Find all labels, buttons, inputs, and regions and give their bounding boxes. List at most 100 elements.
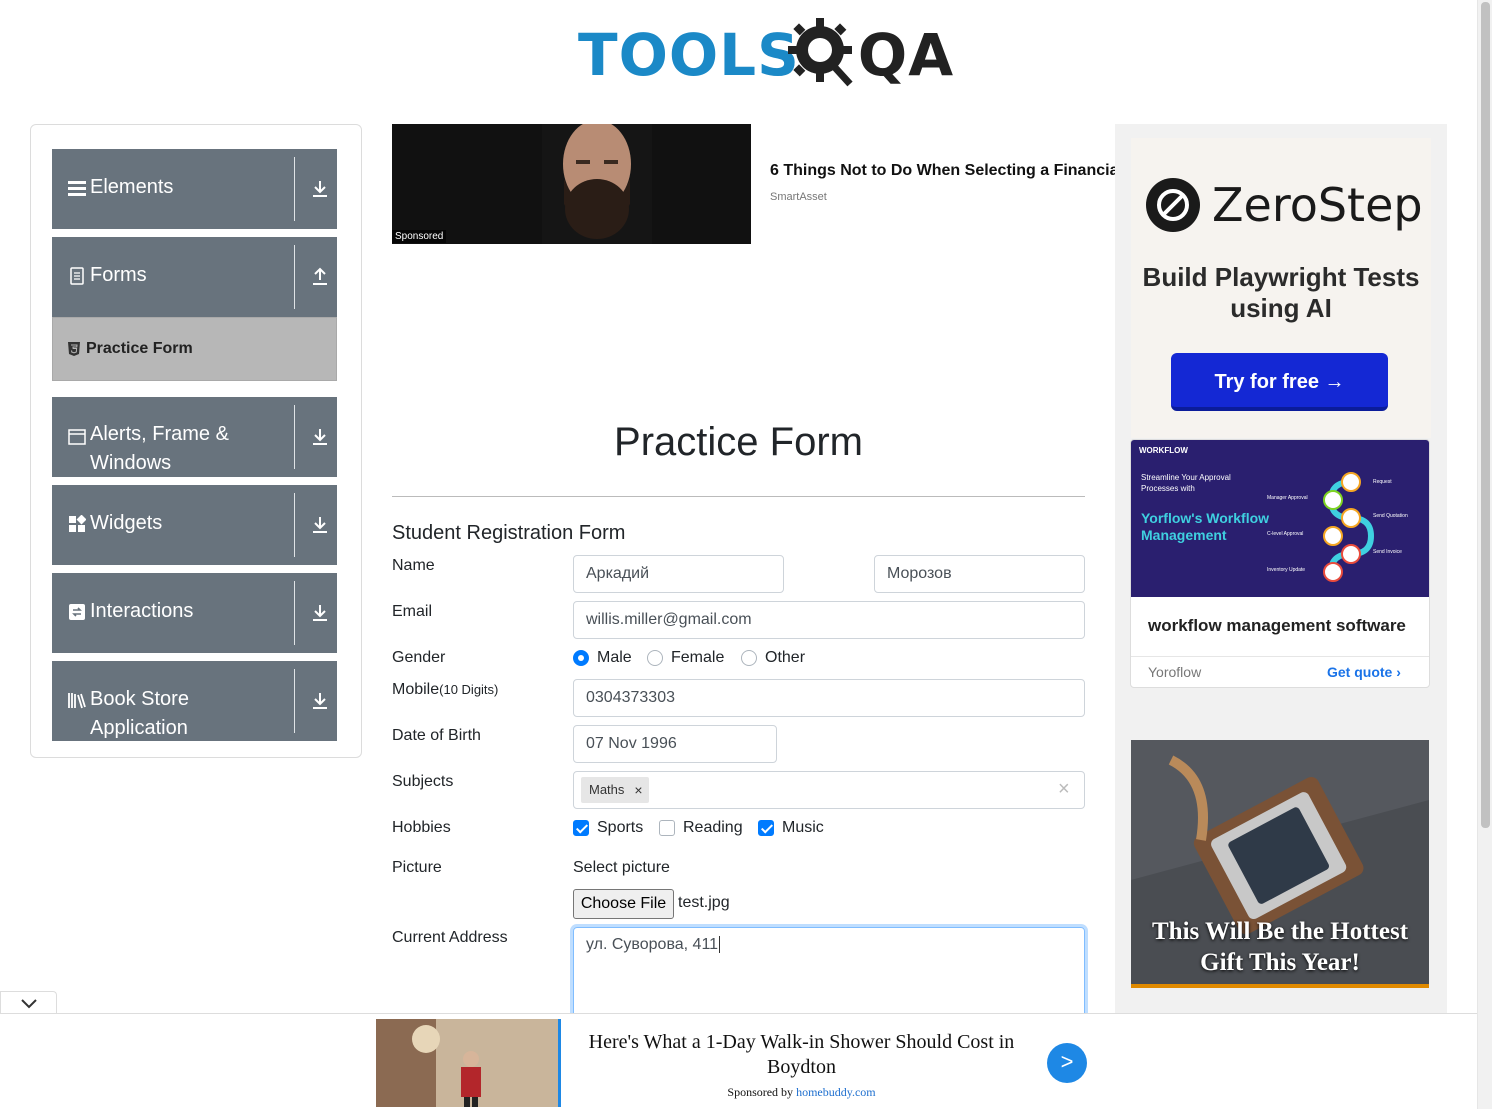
widgets-icon [69, 515, 86, 532]
divider [294, 245, 295, 309]
top-sponsored-ad[interactable]: Sponsored 6 Things Not to Do When Select… [392, 124, 1115, 244]
divider [558, 1019, 561, 1107]
ad-source: SmartAsset [770, 191, 827, 203]
form-title: Student Registration Form [392, 522, 626, 544]
select-picture-label: Select picture [573, 859, 670, 876]
gift-ad[interactable]: This Will Be the Hottest Gift This Year! [1131, 740, 1429, 988]
man-portrait-image [542, 124, 652, 244]
toolsqa-logo[interactable]: TOOLS QA [578, 14, 953, 94]
workflow-ad-image: WORKFLOW Streamline Your Approval Proces… [1131, 440, 1429, 597]
zerostep-tagline: Build Playwright Tests using AI [1142, 262, 1420, 323]
sidebar-group-widgets[interactable]: Widgets [52, 485, 337, 565]
date-of-birth-input[interactable]: 07 Nov 1996 [573, 725, 777, 763]
logo-text: TOOLS QA [578, 21, 955, 89]
text-cursor [719, 936, 721, 953]
address-label: Current Address [392, 929, 508, 946]
subject-chip: Maths × [581, 777, 649, 803]
ad-headline[interactable]: 6 Things Not to Do When Selecting a Fina… [770, 162, 1115, 180]
menu-icon [68, 181, 86, 196]
chip-remove-icon[interactable]: × [624, 777, 648, 803]
sidebar-group-label: Forms [90, 264, 147, 286]
gender-label: Gender [392, 649, 446, 666]
hobbies-label: Hobbies [392, 819, 451, 836]
interactions-icon [69, 604, 85, 620]
gift-ad-text: This Will Be the Hottest Gift This Year! [1151, 918, 1409, 976]
radio-control[interactable] [647, 650, 663, 666]
sidebar-group-label: Widgets [90, 512, 163, 534]
download-icon[interactable] [308, 601, 332, 625]
workflow-ad-title[interactable]: workflow management software [1148, 616, 1406, 636]
workflow-step: Send Quotation [1373, 513, 1408, 519]
checkbox-label: Music [782, 819, 824, 836]
subjects-input[interactable] [573, 771, 1085, 809]
choose-file-button[interactable]: Choose File [573, 889, 674, 919]
window-icon [68, 429, 86, 445]
clear-icon[interactable]: × [1058, 778, 1070, 801]
checkbox-control[interactable] [573, 820, 589, 836]
download-icon[interactable] [308, 513, 332, 537]
hobby-sports-checkbox[interactable]: Sports [573, 819, 643, 837]
sidebar-item-label: Practice Form [86, 340, 193, 357]
gender-female-radio[interactable]: Female [647, 649, 724, 667]
scrollbar-thumb[interactable] [1481, 2, 1490, 828]
step-number: 1 [1346, 476, 1349, 482]
radio-control[interactable] [741, 650, 757, 666]
gender-male-radio[interactable]: Male [573, 649, 632, 667]
download-icon[interactable] [308, 425, 332, 449]
zerostep-brand: ZeroStep [1212, 178, 1423, 232]
workflow-step: Inventory Update [1267, 567, 1306, 573]
first-name-input[interactable]: Аркадий [573, 555, 784, 593]
sponsor-link[interactable]: homebuddy.com [796, 1085, 876, 1099]
ad-image: Sponsored [392, 124, 751, 244]
chevron-right-icon: › [1396, 664, 1401, 680]
bottom-ad-headline[interactable]: Here's What a 1-Day Walk-in Shower Shoul… [580, 1030, 1023, 1080]
sidebar-group-book-store[interactable]: Book Store Application [52, 661, 337, 741]
last-name-input[interactable]: Морозов [874, 555, 1085, 593]
gear-magnifier-icon [788, 18, 853, 87]
download-icon[interactable] [308, 689, 332, 713]
checkbox-control[interactable] [659, 820, 675, 836]
email-label: Email [392, 603, 433, 620]
mobile-field[interactable]: 0304373303 [573, 679, 1085, 717]
divider [294, 157, 295, 221]
file-name: test.jpg [678, 894, 730, 911]
download-icon[interactable] [308, 177, 332, 201]
upload-icon[interactable] [308, 265, 332, 289]
vertical-scrollbar[interactable] [1477, 0, 1492, 1109]
sidebar-group-label: Alerts, Frame & Windows [90, 423, 229, 474]
current-address-textarea[interactable]: ул. Суворова, 411 [573, 927, 1085, 1027]
sidebar-item-practice-form[interactable]: Practice Form [52, 317, 337, 381]
radio-label: Male [597, 649, 632, 666]
email-field[interactable]: willis.miller@gmail.com [573, 601, 1085, 639]
checkbox-control[interactable] [758, 820, 774, 836]
hobby-reading-checkbox[interactable]: Reading [659, 819, 743, 837]
bottom-ad-sponsor: Sponsored by homebuddy.com [727, 1085, 876, 1099]
sidebar-group-alerts[interactable]: Alerts, Frame & Windows [52, 397, 337, 477]
workflow-ad-source: Yoroflow [1148, 664, 1202, 680]
divider [392, 496, 1085, 497]
shower-ad-image [376, 1019, 558, 1107]
collapse-ad-tab[interactable] [0, 991, 57, 1014]
sidebar-group-interactions[interactable]: Interactions [52, 573, 337, 653]
hobby-music-checkbox[interactable]: Music [758, 819, 824, 837]
radio-control[interactable] [573, 650, 589, 666]
go-button[interactable]: > [1047, 1043, 1087, 1083]
mobile-hint: (10 Digits) [439, 682, 499, 697]
books-icon [68, 693, 86, 709]
divider [1131, 656, 1429, 657]
gender-other-radio[interactable]: Other [741, 649, 805, 667]
workflow-step: Manager Approval [1267, 495, 1308, 501]
checkbox-label: Sports [597, 819, 644, 836]
get-quote-link[interactable]: Get quote › [1327, 664, 1401, 680]
mobile-label: Mobile(10 Digits) [392, 681, 499, 698]
sidebar-group-label: Elements [90, 176, 174, 198]
radio-label: Other [765, 649, 806, 666]
try-for-free-button[interactable]: Try for free → [1171, 353, 1388, 411]
chevron-down-icon [21, 999, 37, 1009]
picture-label: Picture [392, 859, 442, 876]
workflow-big-copy: Yorflow's Workflow Management [1141, 510, 1270, 543]
workflow-ad[interactable]: WORKFLOW Streamline Your Approval Proces… [1130, 439, 1430, 688]
workflow-small-copy: Streamline Your Approval Processes with [1141, 473, 1231, 493]
zerostep-logo-icon [1146, 178, 1200, 232]
sidebar-group-elements[interactable]: Elements [52, 149, 337, 229]
